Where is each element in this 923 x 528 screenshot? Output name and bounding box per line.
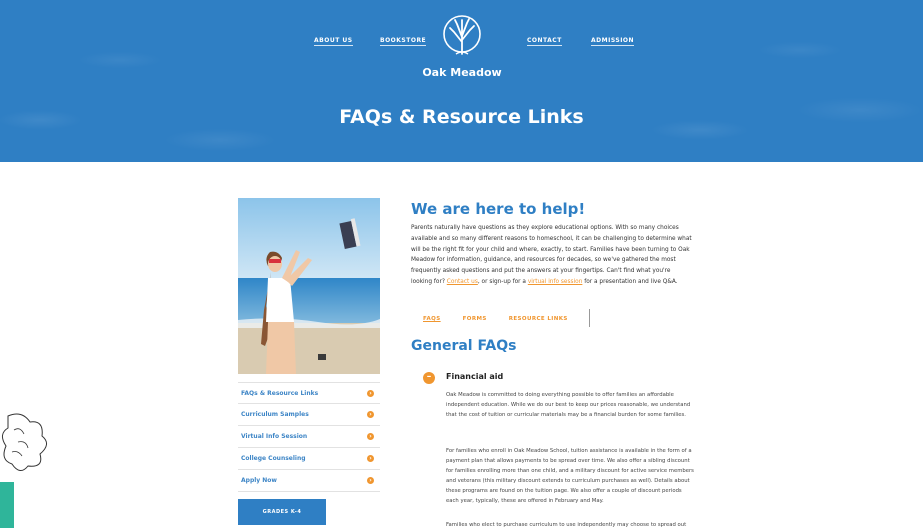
section-heading: We are here to help! <box>411 200 586 218</box>
chevron-right-icon: › <box>367 433 374 440</box>
sidebar-item-label: FAQs & Resource Links <box>241 389 319 397</box>
tab-faqs[interactable]: FAQS <box>423 316 441 322</box>
sidebar-item-label: College Counseling <box>241 455 306 462</box>
site-header: ABOUT US BOOKSTORE Oak Meadow CONTACT AD… <box>0 0 923 162</box>
collapse-icon[interactable]: – <box>423 372 435 384</box>
grades-k4-button[interactable]: GRADES K-4 <box>238 499 326 525</box>
content-tabs: FAQS FORMS RESOURCE LINKS <box>423 311 590 327</box>
chevron-right-icon: › <box>367 477 374 484</box>
intro-paragraph: Parents naturally have questions as they… <box>411 223 693 288</box>
sidebar-item-curriculum-samples[interactable]: Curriculum Samples › <box>238 404 380 426</box>
tab-forms[interactable]: FORMS <box>463 316 487 322</box>
nav-contact[interactable]: CONTACT <box>527 37 562 46</box>
intro-text: , or sign-up for a <box>477 278 528 285</box>
tab-resource-links[interactable]: RESOURCE LINKS <box>509 316 568 322</box>
chevron-right-icon: › <box>367 455 374 462</box>
intro-text: for a presentation and live Q&A. <box>582 278 678 285</box>
decorative-sketch-icon <box>0 413 47 528</box>
faq-answer-paragraph: For families who enroll in Oak Meadow Sc… <box>446 448 694 504</box>
sidebar-item-label: Curriculum Samples <box>241 411 309 418</box>
sidebar-item-label: Apply Now <box>241 477 277 484</box>
sidebar-item-college-counseling[interactable]: College Counseling › <box>238 448 380 470</box>
nav-admission[interactable]: ADMISSION <box>591 37 635 46</box>
nav-bookstore[interactable]: BOOKSTORE <box>380 37 427 46</box>
sidebar-item-faqs[interactable]: FAQs & Resource Links › <box>238 382 380 404</box>
tab-divider <box>589 309 590 327</box>
contact-us-link[interactable]: Contact us <box>447 279 478 285</box>
sidebar-item-label: Virtual Info Session <box>241 433 308 440</box>
chevron-right-icon: › <box>367 389 374 397</box>
chevron-right-icon: › <box>367 411 374 418</box>
general-faqs-heading: General FAQs <box>411 338 517 354</box>
sidebar-item-apply-now[interactable]: Apply Now › <box>238 470 380 492</box>
faq-answer-paragraph: Families who elect to purchase curriculu… <box>446 522 687 528</box>
oak-tree-logo-icon[interactable] <box>442 14 482 60</box>
hero-photo <box>238 198 380 374</box>
logo-name[interactable]: Oak Meadow <box>412 66 512 79</box>
sidebar-item-virtual-info-session[interactable]: Virtual Info Session › <box>238 426 380 448</box>
intro-text: Parents naturally have questions as they… <box>411 225 692 285</box>
faq-question-financial-aid[interactable]: Financial aid <box>446 372 503 381</box>
virtual-info-session-link[interactable]: virtual info session <box>528 279 583 285</box>
nav-about-us[interactable]: ABOUT US <box>314 37 353 46</box>
faq-answer-paragraph: Oak Meadow is committed to doing everyth… <box>446 392 691 418</box>
sidebar-menu: FAQs & Resource Links › Curriculum Sampl… <box>238 382 380 492</box>
page-title: FAQs & Resource Links <box>339 106 584 128</box>
